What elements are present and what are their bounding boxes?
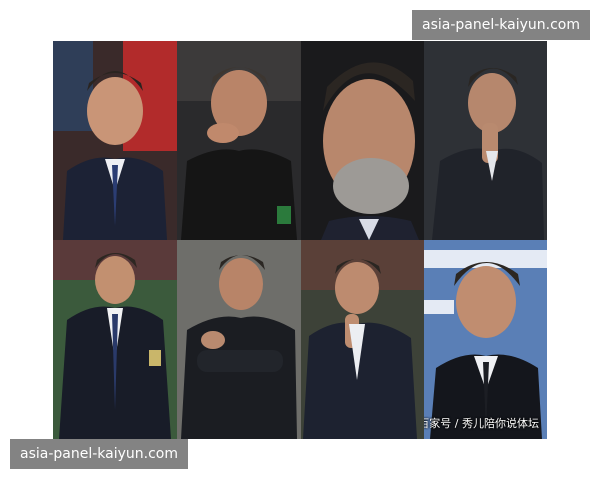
watermark-top: asia-panel-kaiyun.com	[412, 10, 590, 40]
collage-photo-5	[53, 240, 177, 439]
photo-collage: 百家号 / 秀儿陪你说体坛	[53, 41, 547, 439]
coach-photo-closeup	[301, 41, 424, 240]
collage-photo-8: 百家号 / 秀儿陪你说体坛	[424, 240, 547, 439]
collage-photo-2	[177, 41, 301, 240]
coach-photo-thinking	[424, 41, 547, 240]
coach-photo-hand-mouth	[177, 41, 301, 240]
watermark-bottom: asia-panel-kaiyun.com	[10, 439, 188, 469]
coach-photo-portrait	[424, 240, 547, 439]
collage-photo-4	[424, 41, 547, 240]
page: 百家号 / 秀儿陪你说体坛 asia-panel-kaiyun.com asia…	[0, 0, 600, 480]
collage-photo-7	[301, 240, 424, 439]
coach-photo-arms-crossed	[177, 240, 301, 439]
coach-photo-smile	[301, 240, 424, 439]
coach-photo-suit	[53, 240, 177, 439]
collage-photo-3	[301, 41, 424, 240]
coach-photo-standing	[53, 41, 177, 240]
collage-photo-1	[53, 41, 177, 240]
image-source-credit: 百家号 / 秀儿陪你说体坛	[424, 417, 539, 430]
collage-photo-6	[177, 240, 301, 439]
